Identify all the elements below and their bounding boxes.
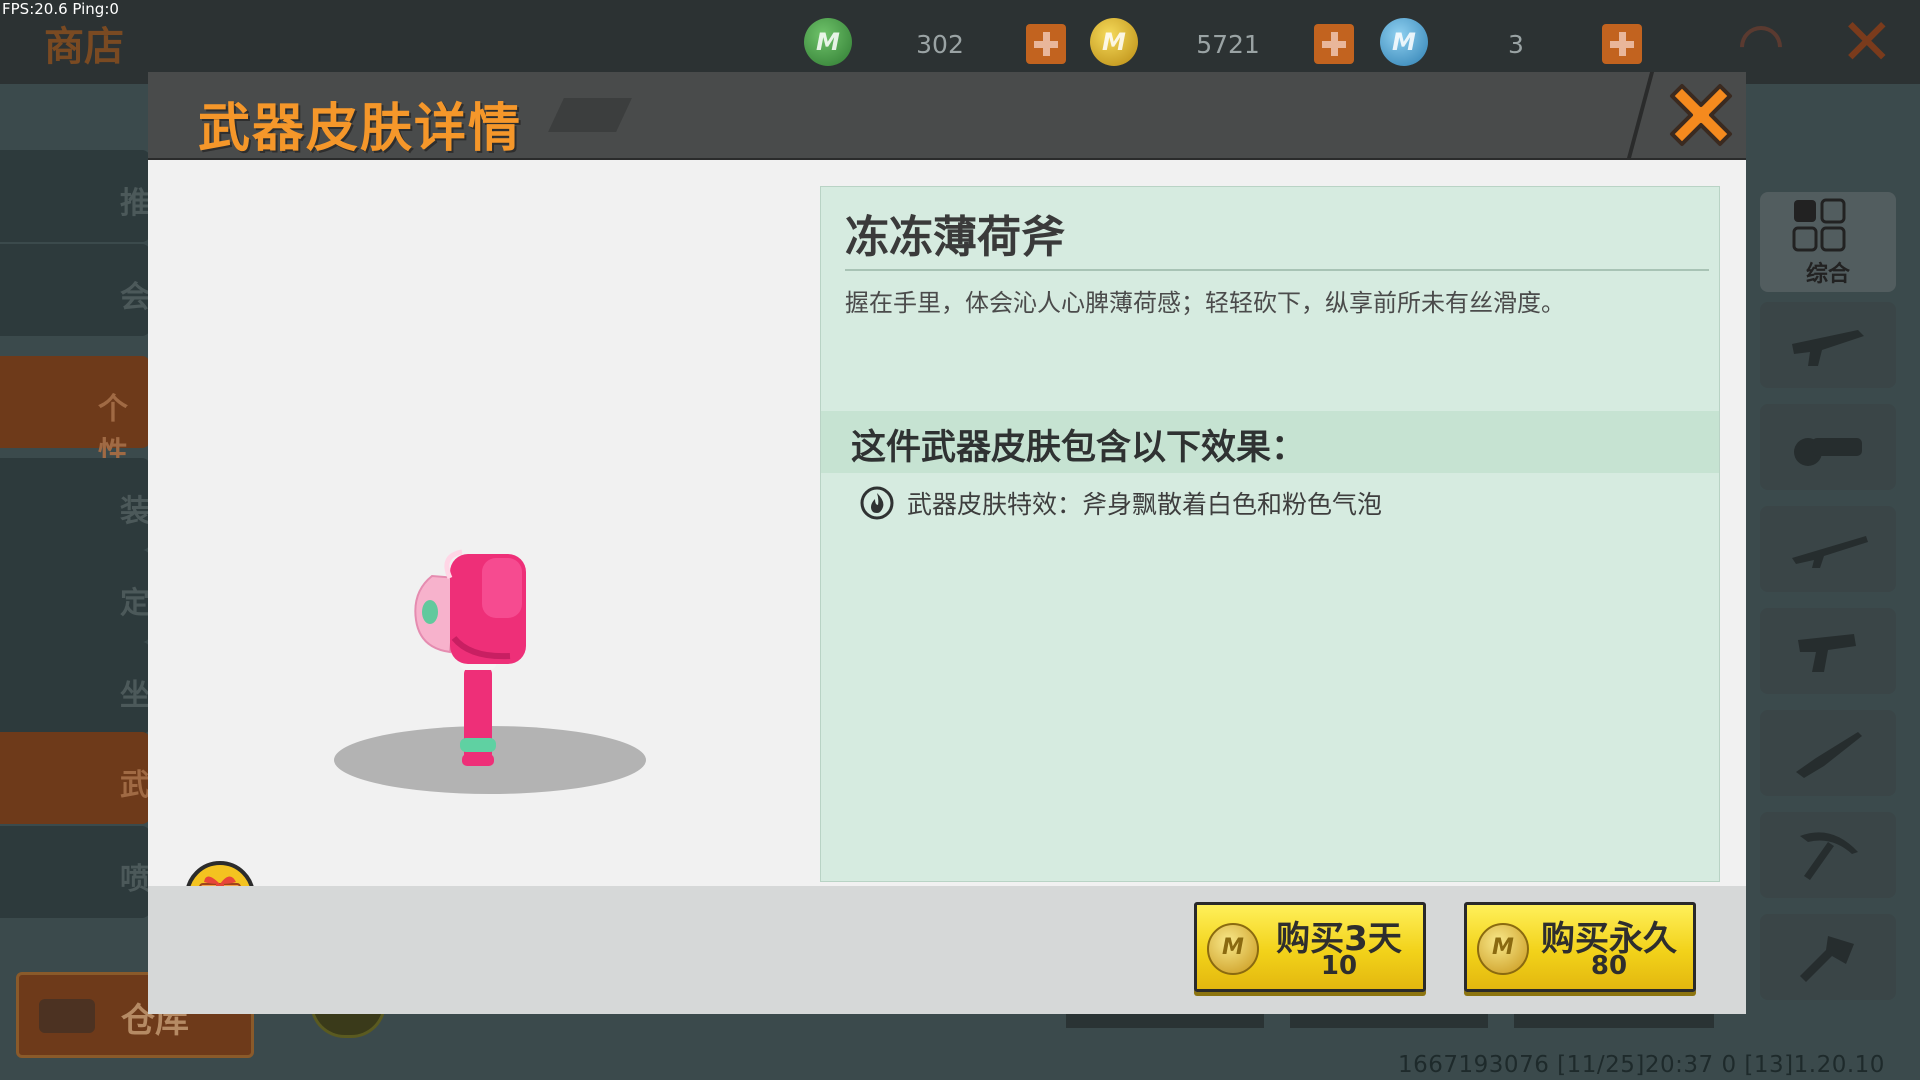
close-icon[interactable] bbox=[1658, 74, 1744, 160]
skin-info-panel: 冻冻薄荷斧 握在手里，体会沁人心脾薄荷感；轻轻砍下，纵享前所未有丝滑度。 这件武… bbox=[820, 186, 1720, 882]
category-knife[interactable] bbox=[1760, 710, 1896, 796]
signal-icon bbox=[1731, 17, 1791, 77]
shop-close-icon[interactable]: ✕ bbox=[1840, 6, 1894, 80]
blue-currency-value: 3 bbox=[1508, 30, 1524, 59]
chest-icon bbox=[39, 999, 95, 1033]
flame-icon bbox=[860, 486, 894, 520]
category-rifle[interactable] bbox=[1760, 302, 1896, 388]
bg-tab-1 bbox=[1066, 1012, 1264, 1028]
sidebar-item-1[interactable]: 推 bbox=[0, 150, 150, 242]
category-sniper[interactable] bbox=[1760, 506, 1896, 592]
gatling-gun-icon bbox=[1794, 438, 1862, 466]
dialog-body: 冻冻薄荷斧 握在手里，体会沁人心脾薄荷感；轻轻砍下，纵享前所未有丝滑度。 这件武… bbox=[148, 160, 1746, 931]
header-decoration bbox=[548, 98, 632, 132]
sidebar-item-weapon[interactable]: 武 bbox=[0, 732, 150, 824]
category-pickaxe[interactable] bbox=[1760, 812, 1896, 898]
sidebar-item-2[interactable]: 会 bbox=[0, 244, 150, 336]
knife-icon bbox=[1796, 732, 1862, 778]
revolver-icon bbox=[1798, 634, 1856, 672]
gold-mini-coin-icon: M bbox=[1090, 18, 1138, 66]
sidebar-item-5[interactable]: 定 bbox=[0, 550, 150, 642]
buy-3-days-button[interactable]: M 购买3天 10 bbox=[1194, 902, 1426, 992]
effects-header: 这件武器皮肤包含以下效果： bbox=[821, 411, 1719, 473]
add-green-currency-button[interactable] bbox=[1026, 24, 1066, 64]
divider bbox=[845, 269, 1709, 271]
shop-title: 商店 bbox=[44, 24, 124, 70]
category-all[interactable]: 综合 bbox=[1760, 192, 1896, 292]
mint-axe-model[interactable] bbox=[410, 548, 550, 788]
sniper-rifle-icon bbox=[1792, 536, 1868, 568]
category-gatling[interactable] bbox=[1760, 404, 1896, 490]
add-blue-currency-button[interactable] bbox=[1602, 24, 1642, 64]
effects-title: 这件武器皮肤包含以下效果： bbox=[851, 428, 1307, 468]
dialog-footer: M 购买3天 10 M 购买永久 80 bbox=[148, 886, 1746, 1014]
category-revolver[interactable] bbox=[1760, 608, 1896, 694]
buy-3-days-price: 10 bbox=[1320, 951, 1358, 981]
bg-tab-2 bbox=[1290, 1012, 1488, 1028]
bg-tab-3 bbox=[1514, 1012, 1714, 1028]
build-info: 1667193076 [11/25]20:37 0 [13]1.20.10 bbox=[1398, 1052, 1885, 1078]
item-description: 握在手里，体会沁人心脾薄荷感；轻轻砍下，纵享前所未有丝滑度。 bbox=[845, 289, 1565, 317]
sidebar-item-8[interactable]: 喷 bbox=[0, 826, 150, 918]
dialog-title: 武器皮肤详情 bbox=[198, 99, 523, 159]
green-gem-coin-icon: M bbox=[804, 18, 852, 66]
axe-icon bbox=[1800, 936, 1854, 982]
sidebar-item-6[interactable]: 坐 bbox=[0, 642, 150, 734]
item-name: 冻冻薄荷斧 bbox=[845, 212, 1065, 263]
mini-coin-icon: M bbox=[1207, 923, 1259, 975]
dialog-header: 武器皮肤详情 bbox=[148, 72, 1746, 162]
buy-permanent-button[interactable]: M 购买永久 80 bbox=[1464, 902, 1696, 992]
rifle-icon bbox=[1792, 330, 1864, 366]
green-currency-value: 302 bbox=[916, 30, 964, 59]
category-axe[interactable] bbox=[1760, 914, 1896, 1000]
gold-currency-value: 5721 bbox=[1196, 30, 1260, 59]
all-grid-icon bbox=[1792, 198, 1846, 252]
add-gold-currency-button[interactable] bbox=[1314, 24, 1354, 64]
effect-text: 武器皮肤特效：斧身飘散着白色和粉色气泡 bbox=[907, 490, 1383, 519]
header-divider bbox=[1625, 72, 1655, 162]
blue-diamond-coin-icon: M bbox=[1380, 18, 1428, 66]
pickaxe-icon bbox=[1800, 832, 1858, 880]
sidebar-item-personal[interactable]: 个性 bbox=[0, 356, 150, 471]
weapon-skin-details-dialog: 武器皮肤详情 冻冻薄荷斧 握在手里，体会沁人心脾薄荷感；轻轻砍下，纵享前所未有丝… bbox=[148, 72, 1746, 1014]
buy-permanent-price: 80 bbox=[1590, 951, 1628, 981]
mini-coin-icon: M bbox=[1477, 923, 1529, 975]
sidebar-item-4[interactable]: 装 bbox=[0, 458, 150, 550]
